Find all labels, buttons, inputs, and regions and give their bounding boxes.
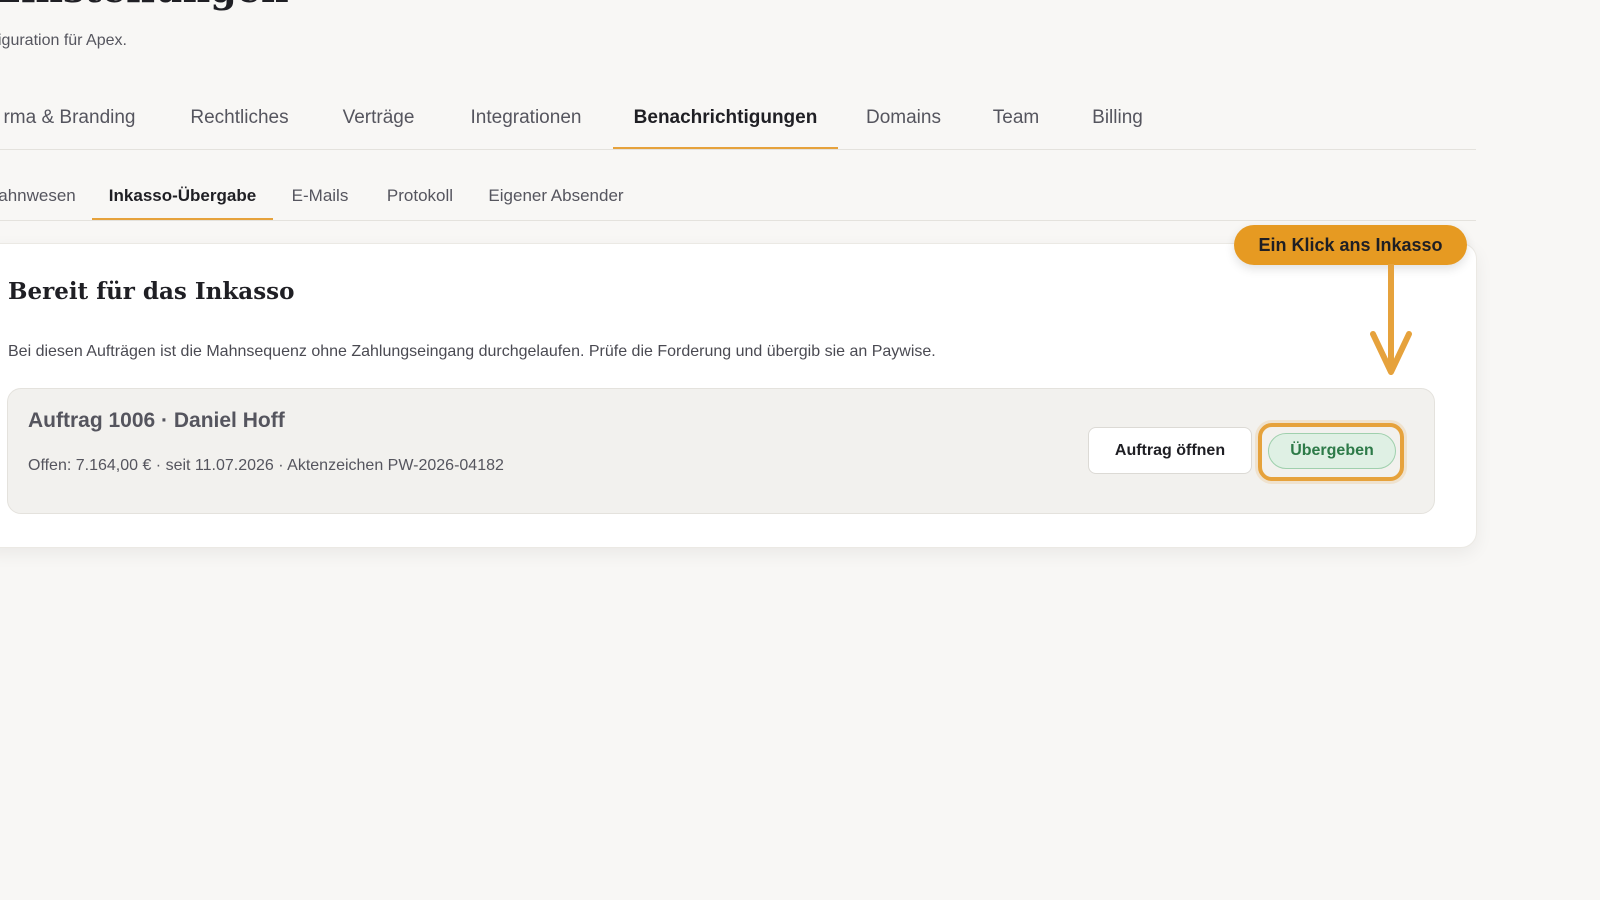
handover-button[interactable]: Übergeben <box>1268 433 1396 469</box>
tab-firma-branding[interactable]: rma & Branding <box>0 88 147 148</box>
tab-integrationen[interactable]: Integrationen <box>455 88 597 148</box>
inkasso-ready-card: Bereit für das Inkasso Bei diesen Aufträ… <box>0 243 1477 548</box>
callout-badge: Ein Klick ans Inkasso <box>1234 225 1467 265</box>
subtab-mahnwesen[interactable]: ahnwesen <box>0 172 80 219</box>
tab-team[interactable]: Team <box>980 88 1052 148</box>
tab-billing[interactable]: Billing <box>1080 88 1155 148</box>
open-order-button[interactable]: Auftrag öffnen <box>1088 427 1252 474</box>
card-description: Bei diesen Aufträgen ist die Mahnsequenz… <box>8 343 936 360</box>
subtab-emails[interactable]: E-Mails <box>285 172 355 219</box>
subtab-protokoll[interactable]: Protokoll <box>377 172 463 219</box>
arrow-down-icon <box>1370 264 1412 375</box>
main-tab-bar: rma & Branding Rechtliches Verträge Inte… <box>0 88 1476 150</box>
tab-benachrichtigungen[interactable]: Benachrichtigungen <box>613 88 838 149</box>
order-meta: Offen: 7.164,00 € · seit 11.07.2026 · Ak… <box>28 457 504 474</box>
sub-tab-bar: ahnwesen Inkasso-Übergabe E-Mails Protok… <box>0 172 1476 221</box>
order-row: Auftrag 1006 · Daniel Hoff Offen: 7.164,… <box>7 388 1435 514</box>
card-title: Bereit für das Inkasso <box>8 278 295 305</box>
app-stage: Einstellungen iguration für Apex. rma & … <box>0 0 1600 900</box>
page-title: Einstellungen <box>0 0 289 11</box>
tab-rechtliches[interactable]: Rechtliches <box>175 88 304 148</box>
subtab-eigener-absender[interactable]: Eigener Absender <box>481 172 631 219</box>
subtab-inkasso-uebergabe[interactable]: Inkasso-Übergabe <box>92 172 273 220</box>
tab-vertraege[interactable]: Verträge <box>330 88 427 148</box>
tab-domains[interactable]: Domains <box>856 88 951 148</box>
order-title: Auftrag 1006 · Daniel Hoff <box>28 409 285 432</box>
page-subtitle: iguration für Apex. <box>0 32 127 49</box>
